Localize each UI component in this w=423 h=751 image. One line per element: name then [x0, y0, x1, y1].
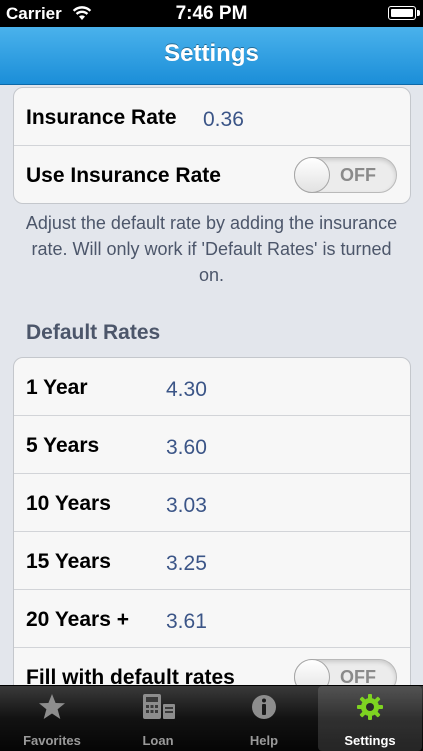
insurance-rate-value[interactable]: 0.36 [203, 108, 244, 132]
fill-default-rates-row: Fill with default rates OFF [14, 648, 410, 685]
rate-row-value[interactable]: 4.30 [166, 378, 207, 402]
gear-icon [318, 692, 422, 727]
use-insurance-rate-row: Use Insurance Rate OFF [14, 146, 410, 203]
tab-help[interactable]: Help [212, 686, 316, 751]
status-time: 7:46 PM [175, 3, 248, 24]
switch-state-label: OFF [340, 667, 376, 685]
tab-loan[interactable]: Loan [106, 686, 210, 751]
rate-row-value[interactable]: 3.25 [166, 552, 207, 576]
tab-settings[interactable]: Settings [318, 686, 422, 751]
rate-row-label: 1 Year [26, 376, 88, 399]
tab-favorites[interactable]: Favorites [0, 686, 104, 751]
rate-row-label: 5 Years [26, 434, 100, 457]
calculator-icon [106, 692, 210, 727]
rate-row-value[interactable]: 3.60 [166, 436, 207, 460]
rate-row-label: 20 Years + [26, 608, 129, 631]
tab-label: Loan [142, 733, 174, 748]
tab-label: Help [249, 733, 279, 748]
info-icon [212, 692, 316, 727]
insurance-rate-row[interactable]: Insurance Rate 0.36 [14, 88, 410, 146]
fill-default-rates-label: Fill with default rates [26, 666, 235, 685]
rate-row-value[interactable]: 3.61 [166, 610, 207, 634]
rate-row-label: 15 Years [26, 550, 111, 573]
tab-label: Favorites [23, 733, 81, 748]
fill-default-rates-switch[interactable]: OFF [294, 659, 397, 685]
switch-knob [294, 157, 330, 193]
default-rates-header: Default Rates [26, 321, 161, 344]
rate-row-10-years[interactable]: 10 Years 3.03 [14, 474, 410, 532]
insurance-group: Insurance Rate 0.36 Use Insurance Rate O… [13, 87, 411, 204]
status-bar: Carrier 7:46 PM [0, 0, 423, 27]
use-insurance-rate-label: Use Insurance Rate [26, 164, 221, 187]
star-icon [0, 692, 104, 727]
rate-row-20-years-plus[interactable]: 20 Years + 3.61 [14, 590, 410, 648]
use-insurance-rate-switch[interactable]: OFF [294, 157, 397, 193]
tab-label: Settings [344, 733, 396, 748]
insurance-note: Adjust the default rate by adding the in… [25, 213, 398, 285]
rate-row-label: 10 Years [26, 492, 111, 515]
battery-icon [388, 6, 420, 20]
insurance-rate-label: Insurance Rate [26, 106, 177, 129]
navigation-bar: Settings [0, 27, 423, 85]
switch-state-label: OFF [340, 165, 376, 185]
rate-row-value[interactable]: 3.03 [166, 494, 207, 518]
rate-row-1-year[interactable]: 1 Year 4.30 [14, 358, 410, 416]
switch-knob [294, 659, 330, 685]
default-rates-group: 1 Year 4.30 5 Years 3.60 10 Years 3.03 1… [13, 357, 411, 685]
page-title: Settings [164, 40, 259, 67]
settings-content[interactable]: Insurance Rate 0.36 Use Insurance Rate O… [0, 85, 423, 685]
rate-row-15-years[interactable]: 15 Years 3.25 [14, 532, 410, 590]
rate-row-5-years[interactable]: 5 Years 3.60 [14, 416, 410, 474]
tab-bar: Favorites Loan Help Settings [0, 685, 423, 751]
